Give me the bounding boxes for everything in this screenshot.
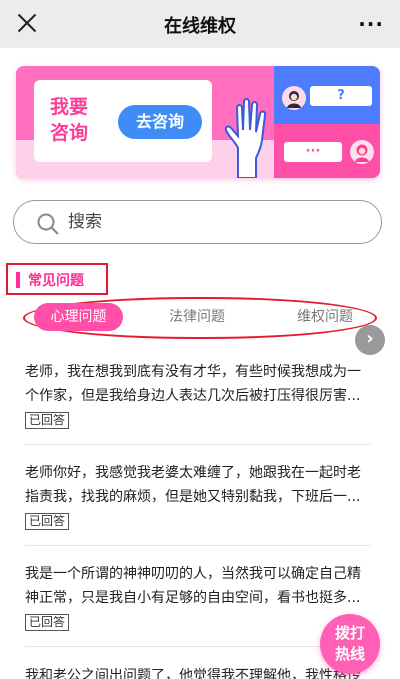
page-title: 在线维权 (164, 16, 236, 37)
list-item[interactable]: 老师，我在想我到底有没有才华，有些时候我想成为一个作家，但是我给身边人表达几次后… (25, 360, 375, 429)
user-avatar-icon (282, 86, 306, 110)
search-bar[interactable] (13, 200, 382, 244)
list-item[interactable]: 我是一个所谓的神神叨叨的人，当然我可以确定自己精神正常，只是我自小有足够的自由空… (25, 562, 375, 631)
question-text: 老师你好，我感觉我老婆太难缠了，她跟我在一起时老指责我，找我的麻烦，但是她又特别… (25, 465, 361, 505)
chat-panel-top: ? (274, 66, 380, 124)
hotline-button[interactable]: 拨打 热线 (320, 614, 380, 674)
counselor-avatar-icon (350, 140, 374, 164)
chat-panel-bottom: ··· (274, 124, 380, 178)
raised-hand-icon (224, 98, 267, 178)
question-text: 老师，我在想我到底有没有才华，有些时候我想成为一个作家，但是我给身边人表达几次后… (25, 364, 361, 404)
divider (25, 545, 371, 546)
list-item[interactable]: 我和老公之间出问题了，他觉得我不理解他，我性格传 (25, 664, 375, 679)
status-badge: 已回答 (25, 412, 70, 429)
faq-section-header: 常见问题 (6, 263, 108, 295)
banner-card: 我要咨询 去咨询 (34, 80, 212, 162)
more-options-icon[interactable]: ··· (358, 12, 384, 36)
status-badge: 已回答 (25, 614, 70, 631)
tab-rights[interactable]: 维权问题 (278, 303, 372, 331)
divider (25, 444, 371, 445)
tab-psychology[interactable]: 心理问题 (34, 303, 123, 331)
section-accent-bar (16, 272, 20, 288)
tab-next-icon[interactable]: › (355, 325, 385, 355)
hotline-label-2: 热线 (334, 645, 365, 663)
list-item[interactable]: 老师你好，我感觉我老婆太难缠了，她跟我在一起时老指责我，找我的麻烦，但是她又特别… (25, 461, 375, 530)
consult-button[interactable]: 去咨询 (118, 105, 202, 139)
banner-slogan: 我要咨询 (50, 96, 89, 144)
reply-bubble: ··· (284, 142, 342, 162)
search-icon (37, 213, 59, 235)
question-text: 我和老公之间出问题了，他觉得我不理解他，我性格传 (25, 668, 361, 679)
question-text: 我是一个所谓的神神叨叨的人，当然我可以确定自己精神正常，只是我自小有足够的自由空… (25, 566, 361, 606)
section-title: 常见问题 (28, 273, 84, 289)
chat-illustration: ? ··· (274, 66, 380, 178)
search-input[interactable] (68, 210, 358, 234)
hotline-label-1: 拨打 (334, 624, 365, 642)
status-badge: 已回答 (25, 513, 70, 530)
tab-legal[interactable]: 法律问题 (150, 303, 244, 331)
top-bar: 在线维权 ··· (0, 0, 400, 48)
consult-banner[interactable]: 我要咨询 去咨询 ? ··· (16, 66, 380, 178)
question-bubble: ? (310, 86, 372, 106)
